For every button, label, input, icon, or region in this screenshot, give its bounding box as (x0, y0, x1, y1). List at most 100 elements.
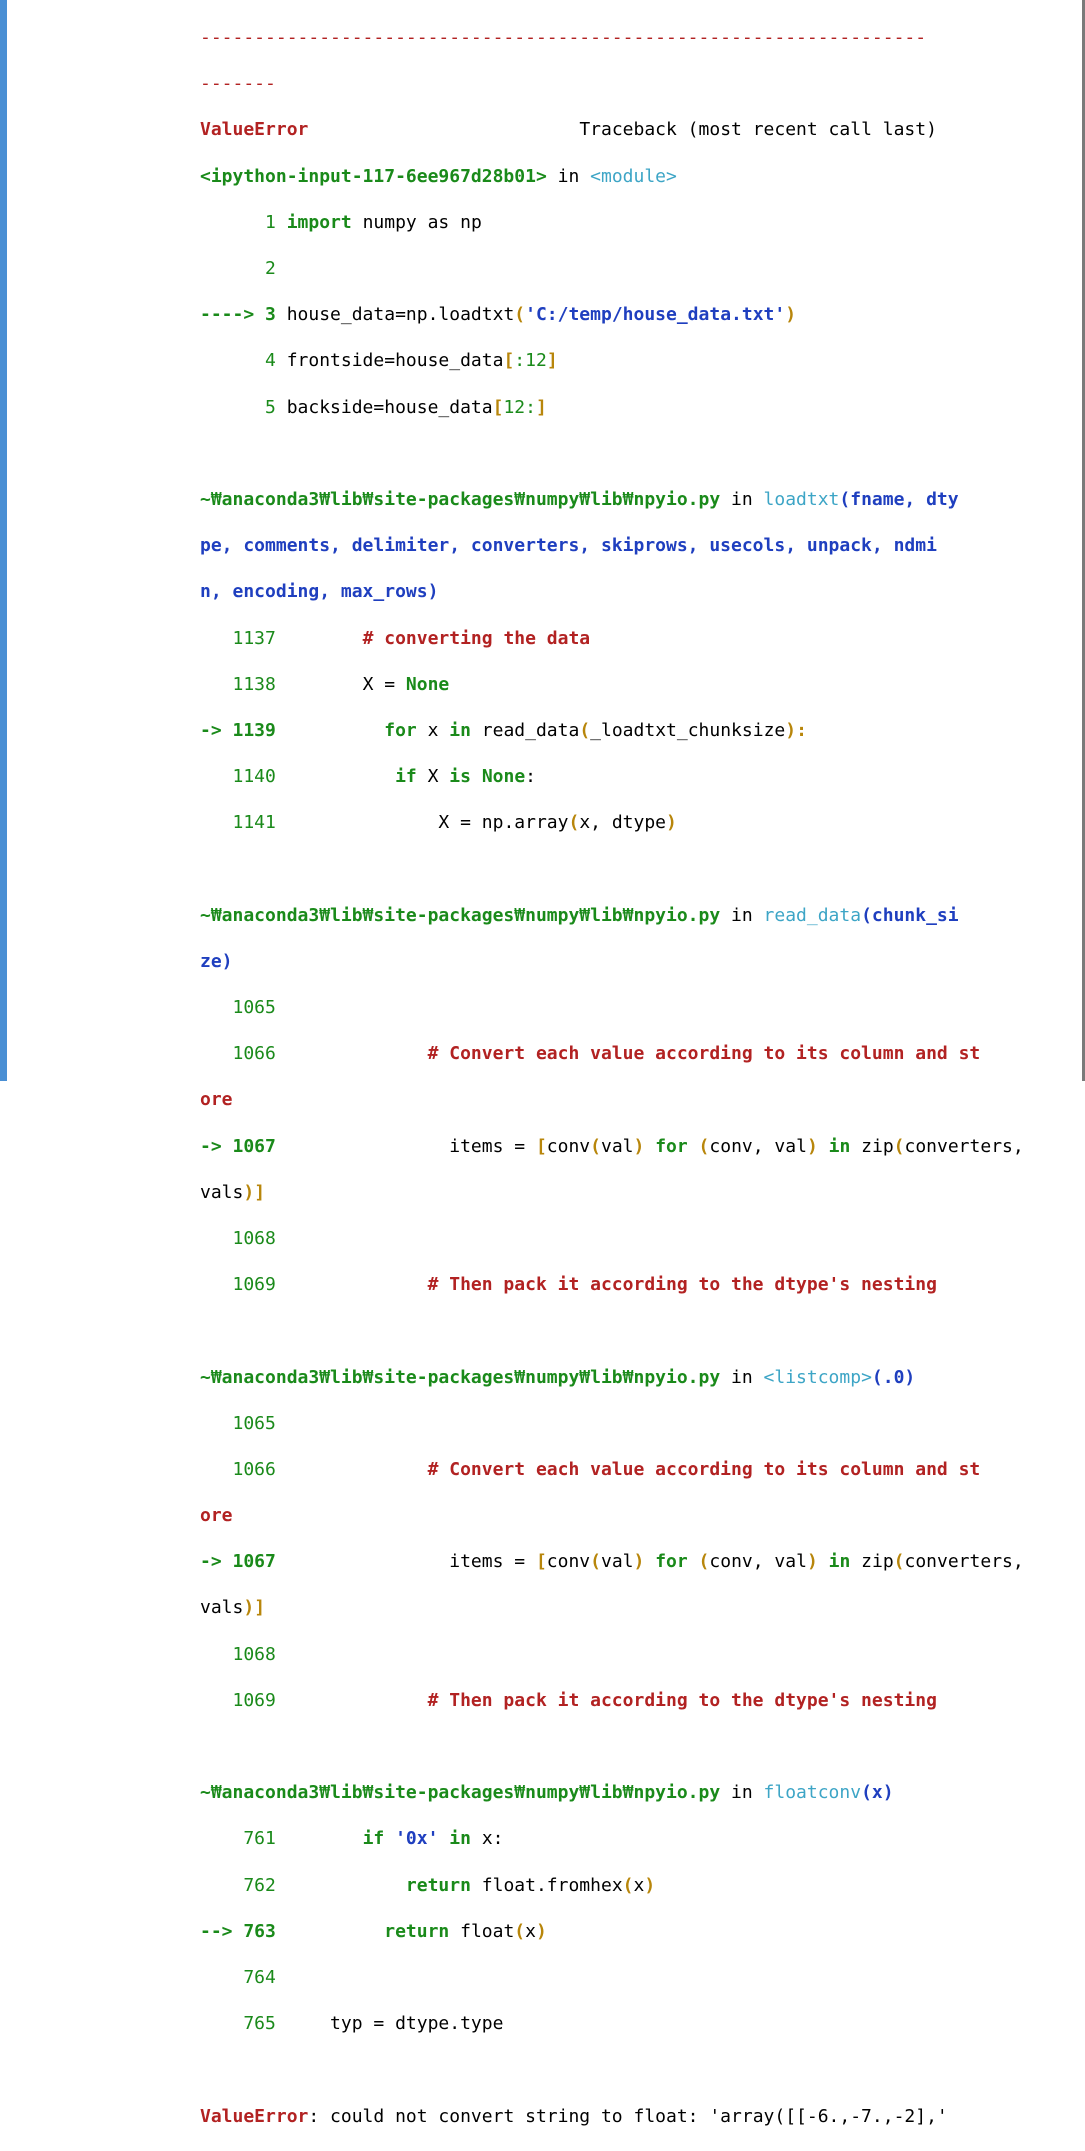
function-args: (.0) (871, 1366, 916, 1388)
code-text: typ = dtype.type (330, 2013, 504, 2035)
code-text: X (416, 766, 450, 788)
frame-header-input: <ipython-input-117-6ee967d28b01> in <mod… (200, 165, 1024, 188)
paren: )] (243, 1597, 266, 1619)
code-line: 1066 # Convert each value according to i… (200, 1042, 1024, 1065)
line-number: 1141 (200, 812, 276, 834)
final-error-message: : could not convert string to float: 'ar… (308, 2105, 948, 2127)
code-text: house_data=np.loadtxt (286, 304, 515, 326)
notebook-output-frame: ----------------------------------------… (0, 0, 1085, 2127)
traceback-output: ----------------------------------------… (200, 3, 1024, 2151)
file-path: ~₩anaconda3₩lib₩site-packages₩numpy₩lib₩… (200, 1366, 721, 1388)
code-text: items = (449, 1551, 536, 1573)
frame-header-loadtxt: ~₩anaconda3₩lib₩site-packages₩numpy₩lib₩… (200, 488, 1024, 511)
code-text: converters, (904, 1135, 1024, 1157)
paren: ( (514, 304, 526, 326)
separator-line-tail: ------- (200, 73, 276, 95)
bracket: [ (492, 396, 504, 418)
keyword: in (449, 1828, 471, 1850)
comment: # Then pack it according to the dtype's … (427, 1274, 937, 1296)
paren: ) (644, 1874, 656, 1896)
code-line: 1141 X = np.array(x, dtype) (200, 811, 1024, 834)
comment-cont: ore (200, 1089, 233, 1111)
line-number: 764 (200, 1966, 276, 1988)
comment: # Then pack it according to the dtype's … (427, 1689, 937, 1711)
paren: ( (622, 1874, 634, 1896)
code-line-current: -> 1067 items = [conv(val) for (conv, va… (200, 1135, 1024, 1158)
keyword: for (384, 719, 417, 741)
line-number: 761 (200, 1828, 276, 1850)
line-number: 4 (200, 350, 287, 372)
file-path: ~₩anaconda3₩lib₩site-packages₩numpy₩lib₩… (200, 488, 721, 510)
code-text: backside=house_data (286, 396, 493, 418)
line-number: 762 (200, 1874, 276, 1896)
slice: :12 (514, 350, 547, 372)
paren: ) (535, 1920, 547, 1942)
code-text: _loadtxt_chunksize (590, 719, 786, 741)
line-number: 5 (200, 396, 287, 418)
code-line: 1066 # Convert each value according to i… (200, 1458, 1024, 1481)
code-line: 762 return float.fromhex(x) (200, 1874, 1024, 1897)
code-line: 1 import numpy as np (200, 211, 1024, 234)
line-number: 1140 (200, 766, 276, 788)
code-text: conv (546, 1551, 591, 1573)
line-number-current: --> 763 (200, 1920, 276, 1942)
error-type: ValueError (200, 119, 309, 141)
code-text: zip (861, 1135, 894, 1157)
keyword: in (817, 1551, 862, 1573)
code-text: numpy as np (351, 211, 482, 233)
code-text: items = (449, 1135, 536, 1157)
code-text: vals (200, 1181, 244, 1203)
file-path: ~₩anaconda3₩lib₩site-packages₩numpy₩lib₩… (200, 904, 721, 926)
function-name: read_data (763, 904, 862, 926)
input-cell-name: <ipython-input-117-6ee967d28b01> (200, 165, 547, 187)
comment: # Convert each value according to its co… (427, 1458, 981, 1480)
bracket: [ (503, 350, 515, 372)
keyword: None (481, 766, 526, 788)
function-name: <listcomp> (763, 1366, 872, 1388)
line-number-current: -> 1067 (200, 1551, 276, 1573)
paren: ( (514, 1920, 526, 1942)
code-line: 1069 # Then pack it according to the dty… (200, 1273, 1024, 1296)
in-word: in (720, 488, 764, 510)
paren: ( (579, 719, 591, 741)
code-text: frontside=house_data (286, 350, 504, 372)
keyword: import (286, 211, 352, 233)
code-line: 5 backside=house_data[12:] (200, 396, 1024, 419)
function-name: floatconv (763, 1782, 862, 1804)
in-word: in (720, 1782, 764, 1804)
paren: ): (785, 719, 807, 741)
slice: 12: (503, 396, 536, 418)
keyword: in (817, 1135, 862, 1157)
code-text: conv, val (709, 1135, 807, 1157)
function-args-cont: ze) (200, 950, 233, 972)
code-line: 4 frontside=house_data[:12] (200, 349, 1024, 372)
bracket: ] (546, 350, 558, 372)
code-text: conv, val (709, 1551, 807, 1573)
code-text: read_data (470, 719, 580, 741)
code-text: X = (362, 673, 406, 695)
keyword: is (449, 766, 471, 788)
code-text: float (449, 1920, 515, 1942)
keyword: in (449, 719, 471, 741)
comment: # converting the data (362, 627, 591, 649)
code-text: x: (470, 1828, 504, 1850)
module-name: <module> (590, 165, 677, 187)
code-text: conv (546, 1135, 591, 1157)
code-line-cont: vals)] (200, 1181, 1024, 1204)
code-text: converters, (904, 1551, 1024, 1573)
line-number: 765 (200, 2013, 276, 2035)
function-args-cont: n, encoding, max_rows) (200, 581, 439, 603)
